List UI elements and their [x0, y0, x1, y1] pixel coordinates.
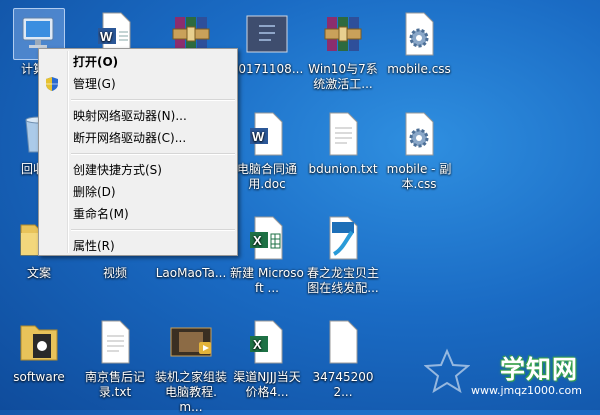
icon-label: mobile - 副本.css — [386, 162, 452, 191]
menu-item-create-shortcut[interactable]: 创建快捷方式(S) — [39, 159, 237, 181]
icon-label: LaoMaoTa... — [155, 266, 227, 280]
icon-label: 文案 — [26, 266, 51, 280]
icon-label: 电脑合同通用.doc — [236, 162, 297, 191]
text-file-icon — [317, 108, 369, 160]
context-menu: 打开(O) 管理(G) 映射网络驱动器(N)... 断开网络驱动器(C)... … — [38, 48, 238, 256]
uac-shield-icon — [46, 77, 58, 91]
svg-text:X: X — [253, 233, 262, 248]
menu-item-rename[interactable]: 重命名(M) — [39, 203, 237, 225]
star-outline-icon — [424, 348, 470, 394]
desktop-icon-assembly-tutorial[interactable]: 装机之家组装电脑教程.m... — [154, 316, 228, 415]
icon-label: software — [13, 370, 65, 384]
icon-label: mobile.css — [387, 62, 451, 76]
desktop-icon-contract-doc[interactable]: W 电脑合同通用.doc — [230, 108, 304, 192]
menu-separator — [71, 229, 235, 231]
text-file-icon — [317, 316, 369, 368]
menu-item-disconnect-network-drive[interactable]: 断开网络驱动器(C)... — [39, 127, 237, 149]
desktop-icon-34745200[interactable]: 347452002... — [306, 316, 380, 400]
menu-item-manage[interactable]: 管理(G) — [39, 73, 237, 95]
svg-text:W: W — [252, 129, 265, 144]
excel-document-icon: X — [241, 212, 293, 264]
word-document-icon: W — [241, 108, 293, 160]
svg-text:W: W — [100, 29, 113, 44]
icon-label: 南京售后记录.txt — [84, 370, 145, 399]
excel-document-icon: X — [241, 316, 293, 368]
desktop-icon-njjj-prices[interactable]: X 渠道NJJJ当天价格4... — [230, 316, 304, 400]
icon-label: 20171108... — [230, 62, 304, 76]
desktop-icon-bdunion-txt[interactable]: bdunion.txt — [306, 108, 380, 177]
watermark-title: 学知网 — [499, 355, 578, 384]
watermark: 学知网 www.jmqz1000.com — [422, 344, 592, 404]
menu-item-properties[interactable]: 属性(R) — [39, 235, 237, 257]
psd-file-icon — [317, 212, 369, 264]
desktop-icon-psd-file[interactable]: 春之龙宝贝主图在线发配... — [306, 212, 380, 296]
icon-label: Win10与7系统激活工... — [308, 62, 378, 91]
css-gear-file-icon — [393, 108, 445, 160]
desktop-icon-20171108[interactable]: 20171108... — [230, 8, 304, 77]
icon-label: 渠道NJJJ当天价格4... — [233, 370, 301, 399]
desktop-icon-mobile-css-copy[interactable]: mobile - 副本.css — [382, 108, 456, 192]
desktop-icon-nanjing-aftersales[interactable]: 南京售后记录.txt — [78, 316, 152, 400]
icon-label: 347452002... — [312, 370, 374, 399]
desktop-icon-mobile-css[interactable]: mobile.css — [382, 8, 456, 77]
desktop-icon-software[interactable]: software — [2, 316, 76, 385]
rar-archive-icon — [317, 8, 369, 60]
icon-label: bdunion.txt — [308, 162, 378, 176]
icon-label: 视频 — [102, 266, 127, 280]
css-gear-file-icon — [393, 8, 445, 60]
menu-item-label: 管理(G) — [73, 77, 116, 91]
icon-label: 装机之家组装电脑教程.m... — [154, 370, 227, 414]
menu-item-delete[interactable]: 删除(D) — [39, 181, 237, 203]
image-file-icon — [241, 8, 293, 60]
desktop-icon-new-excel[interactable]: X 新建 Microsoft ... — [230, 212, 304, 296]
icon-label: 新建 Microsoft ... — [230, 266, 304, 295]
menu-item-open[interactable]: 打开(O) — [39, 51, 237, 73]
svg-text:X: X — [253, 337, 262, 352]
icon-label: 春之龙宝贝主图在线发配... — [306, 266, 379, 295]
menu-item-map-network-drive[interactable]: 映射网络驱动器(N)... — [39, 105, 237, 127]
text-file-icon — [89, 316, 141, 368]
folder-icon — [13, 316, 65, 368]
menu-separator — [71, 153, 235, 155]
desktop-icon-win10-activation[interactable]: Win10与7系统激活工... — [306, 8, 380, 92]
watermark-url: www.jmqz1000.com — [471, 384, 582, 397]
video-file-icon — [165, 316, 217, 368]
menu-separator — [71, 99, 235, 101]
